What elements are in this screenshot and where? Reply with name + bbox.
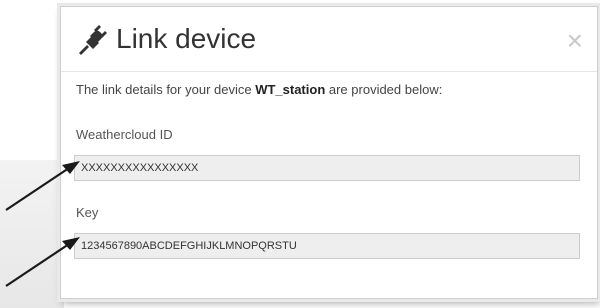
weathercloud-id-field[interactable] — [74, 155, 580, 181]
close-icon[interactable]: × — [567, 27, 583, 55]
weathercloud-id-label: Weathercloud ID — [76, 127, 173, 142]
intro-suffix: are provided below: — [325, 82, 443, 97]
key-label: Key — [76, 205, 99, 220]
key-field[interactable] — [74, 233, 580, 259]
intro-text: The link details for your device WT_stat… — [76, 82, 442, 97]
device-name: WT_station — [255, 82, 326, 97]
link-device-dialog: Link device × The link details for your … — [60, 6, 598, 299]
background-left — [0, 0, 52, 160]
dialog-title: Link device — [116, 23, 257, 54]
dialog-header: Link device × — [61, 7, 597, 72]
plug-icon — [79, 25, 107, 55]
background-shade — [0, 160, 64, 308]
intro-prefix: The link details for your device — [76, 82, 256, 97]
